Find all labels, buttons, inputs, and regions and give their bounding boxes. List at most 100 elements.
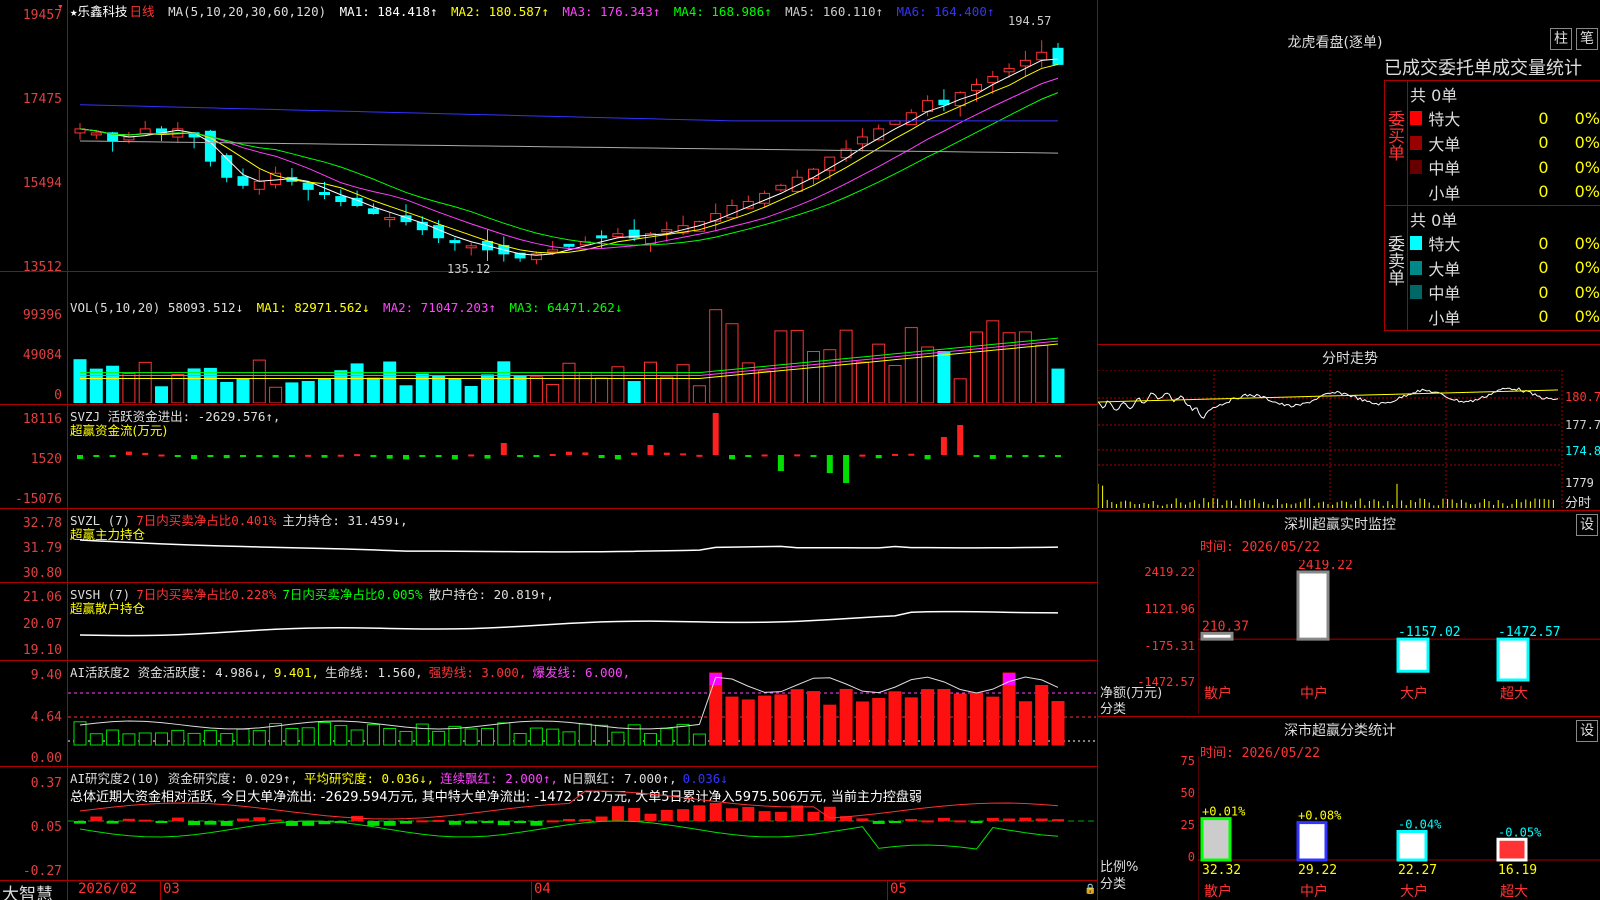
volume-chart[interactable]: [68, 305, 1096, 403]
row-percent: 0%: [1574, 307, 1600, 326]
activity-bar: [383, 727, 397, 746]
fund-flow-bar: [321, 455, 328, 458]
lhb-tabs[interactable]: 已成交委托单成交量统计: [1384, 54, 1582, 80]
ratio-bar: [1396, 829, 1428, 862]
research-bar: [823, 806, 836, 821]
fund-flow-bar: [533, 455, 540, 457]
research-bar: [106, 821, 119, 824]
activity-bar: [106, 729, 120, 746]
volume-bar: [872, 343, 886, 403]
color-swatch: [1410, 135, 1423, 150]
buy-orders-title: 委买单: [1384, 110, 1404, 161]
net-amount-label: 210.37: [1202, 619, 1249, 634]
ai-research-chart[interactable]: [68, 767, 1096, 879]
ratio-bar: [1296, 821, 1328, 862]
ai-activity-chart[interactable]: [68, 661, 1096, 765]
fund-flow-bar: [500, 443, 507, 455]
vol-ytick: 99396: [22, 308, 62, 323]
intraday-price-line: [1098, 387, 1559, 419]
row-percent: 0%: [1574, 108, 1600, 128]
row-value: 0: [1538, 108, 1549, 128]
lock-icon[interactable]: 🔒: [1084, 884, 1096, 895]
research-bar: [122, 818, 135, 821]
sz-class-ytick: 50: [1180, 786, 1195, 800]
candle-body: [253, 180, 265, 190]
ratio-value-label: 32.32: [1202, 863, 1241, 878]
activity-bar: [220, 733, 234, 746]
volume-bar: [986, 320, 1000, 403]
sell-row-1: 大单 0 0%: [1410, 256, 1600, 280]
research-bar: [383, 821, 396, 826]
volume-bar: [89, 368, 103, 403]
research-bar: [530, 821, 543, 826]
activity-bar: [986, 696, 1000, 746]
activity-bar: [432, 730, 446, 746]
sell-row-0: 特大 0 0%: [1410, 231, 1600, 255]
activity-bar: [203, 729, 217, 746]
candle-body: [302, 182, 314, 190]
fund-flow-bar: [598, 455, 605, 459]
research-bar: [595, 816, 608, 821]
ai2-ytick: 4.64: [30, 710, 62, 725]
research-bar: [954, 820, 967, 823]
volume-bar: [432, 375, 446, 403]
research-bar: [889, 821, 901, 823]
volume-bar: [106, 365, 120, 403]
sz-monitor-chart[interactable]: 210.37 散户 2419.22 中户 -1157.02 大户 -1472.57 超大: [1198, 560, 1600, 714]
fund-flow-bar: [1038, 455, 1045, 457]
volume-bar: [953, 378, 967, 403]
svzl-ytick: 31.79: [22, 541, 62, 556]
row-value: 0: [1538, 182, 1549, 201]
bar-mode-button[interactable]: 柱: [1550, 28, 1572, 50]
candle-body: [938, 99, 950, 106]
volume-bar: [904, 327, 918, 403]
ratio-change-label: +0.08%: [1298, 809, 1342, 823]
volume-bar: [252, 359, 266, 403]
svzj-ytick: 1520: [30, 452, 62, 467]
pen-mode-button[interactable]: 笔: [1576, 28, 1598, 50]
activity-bar: [774, 694, 788, 746]
fund-flow-bar: [354, 454, 361, 457]
research-bar: [302, 821, 315, 826]
candlestick-chart[interactable]: [68, 16, 1096, 270]
candle-body: [596, 235, 608, 239]
activity-bar: [497, 722, 511, 746]
research-bar: [1019, 817, 1032, 821]
candle-body: [775, 184, 787, 191]
sell-row-3: 小单 0 0%: [1410, 305, 1600, 329]
activity-bar: [839, 688, 853, 746]
net-amount-bar: [1496, 637, 1530, 682]
main-holding-line: [79, 539, 1059, 553]
retail-holding-chart[interactable]: [68, 583, 1096, 659]
intraday-chart[interactable]: [1098, 370, 1600, 510]
fund-flow-bar: [614, 455, 621, 460]
net-amount-bar: [1296, 570, 1330, 641]
main-holding-chart[interactable]: [68, 509, 1096, 581]
activity-bar: [122, 733, 136, 746]
row-label: 大单: [1428, 134, 1461, 154]
volume-bar: [122, 373, 136, 403]
sz-class-settings-button[interactable]: 设: [1576, 720, 1598, 742]
sz-class-ytick: 25: [1180, 818, 1195, 832]
volume-bar: [138, 361, 152, 403]
volume-bar: [464, 386, 478, 403]
color-swatch: [1410, 260, 1423, 275]
intraday-vol-tick: 1779: [1565, 476, 1594, 490]
sz-class-chart[interactable]: +0.01% 32.32 散户 +0.08% 29.22 中户 -0.04% 22.27 大户 -…: [1198, 756, 1600, 900]
fund-flow-bar: [892, 453, 898, 456]
activity-bar: [741, 699, 755, 746]
active-fund-flow-chart[interactable]: [68, 405, 1096, 507]
research-bar: [628, 807, 641, 821]
ai2-ytick: 0.00: [30, 751, 62, 766]
research-bar: [726, 808, 738, 821]
volume-bar: [285, 382, 299, 403]
volume-bar: [741, 362, 755, 403]
volume-bar: [497, 361, 511, 403]
sz-monitor-settings-button[interactable]: 设: [1576, 514, 1598, 536]
activity-bar: [529, 727, 543, 746]
activity-bar: [89, 733, 103, 746]
research-bar: [367, 821, 380, 826]
volume-bar: [383, 361, 397, 403]
sz-monitor-time: 时间: 2026/05/22: [1200, 540, 1320, 555]
research-bar: [970, 821, 983, 824]
